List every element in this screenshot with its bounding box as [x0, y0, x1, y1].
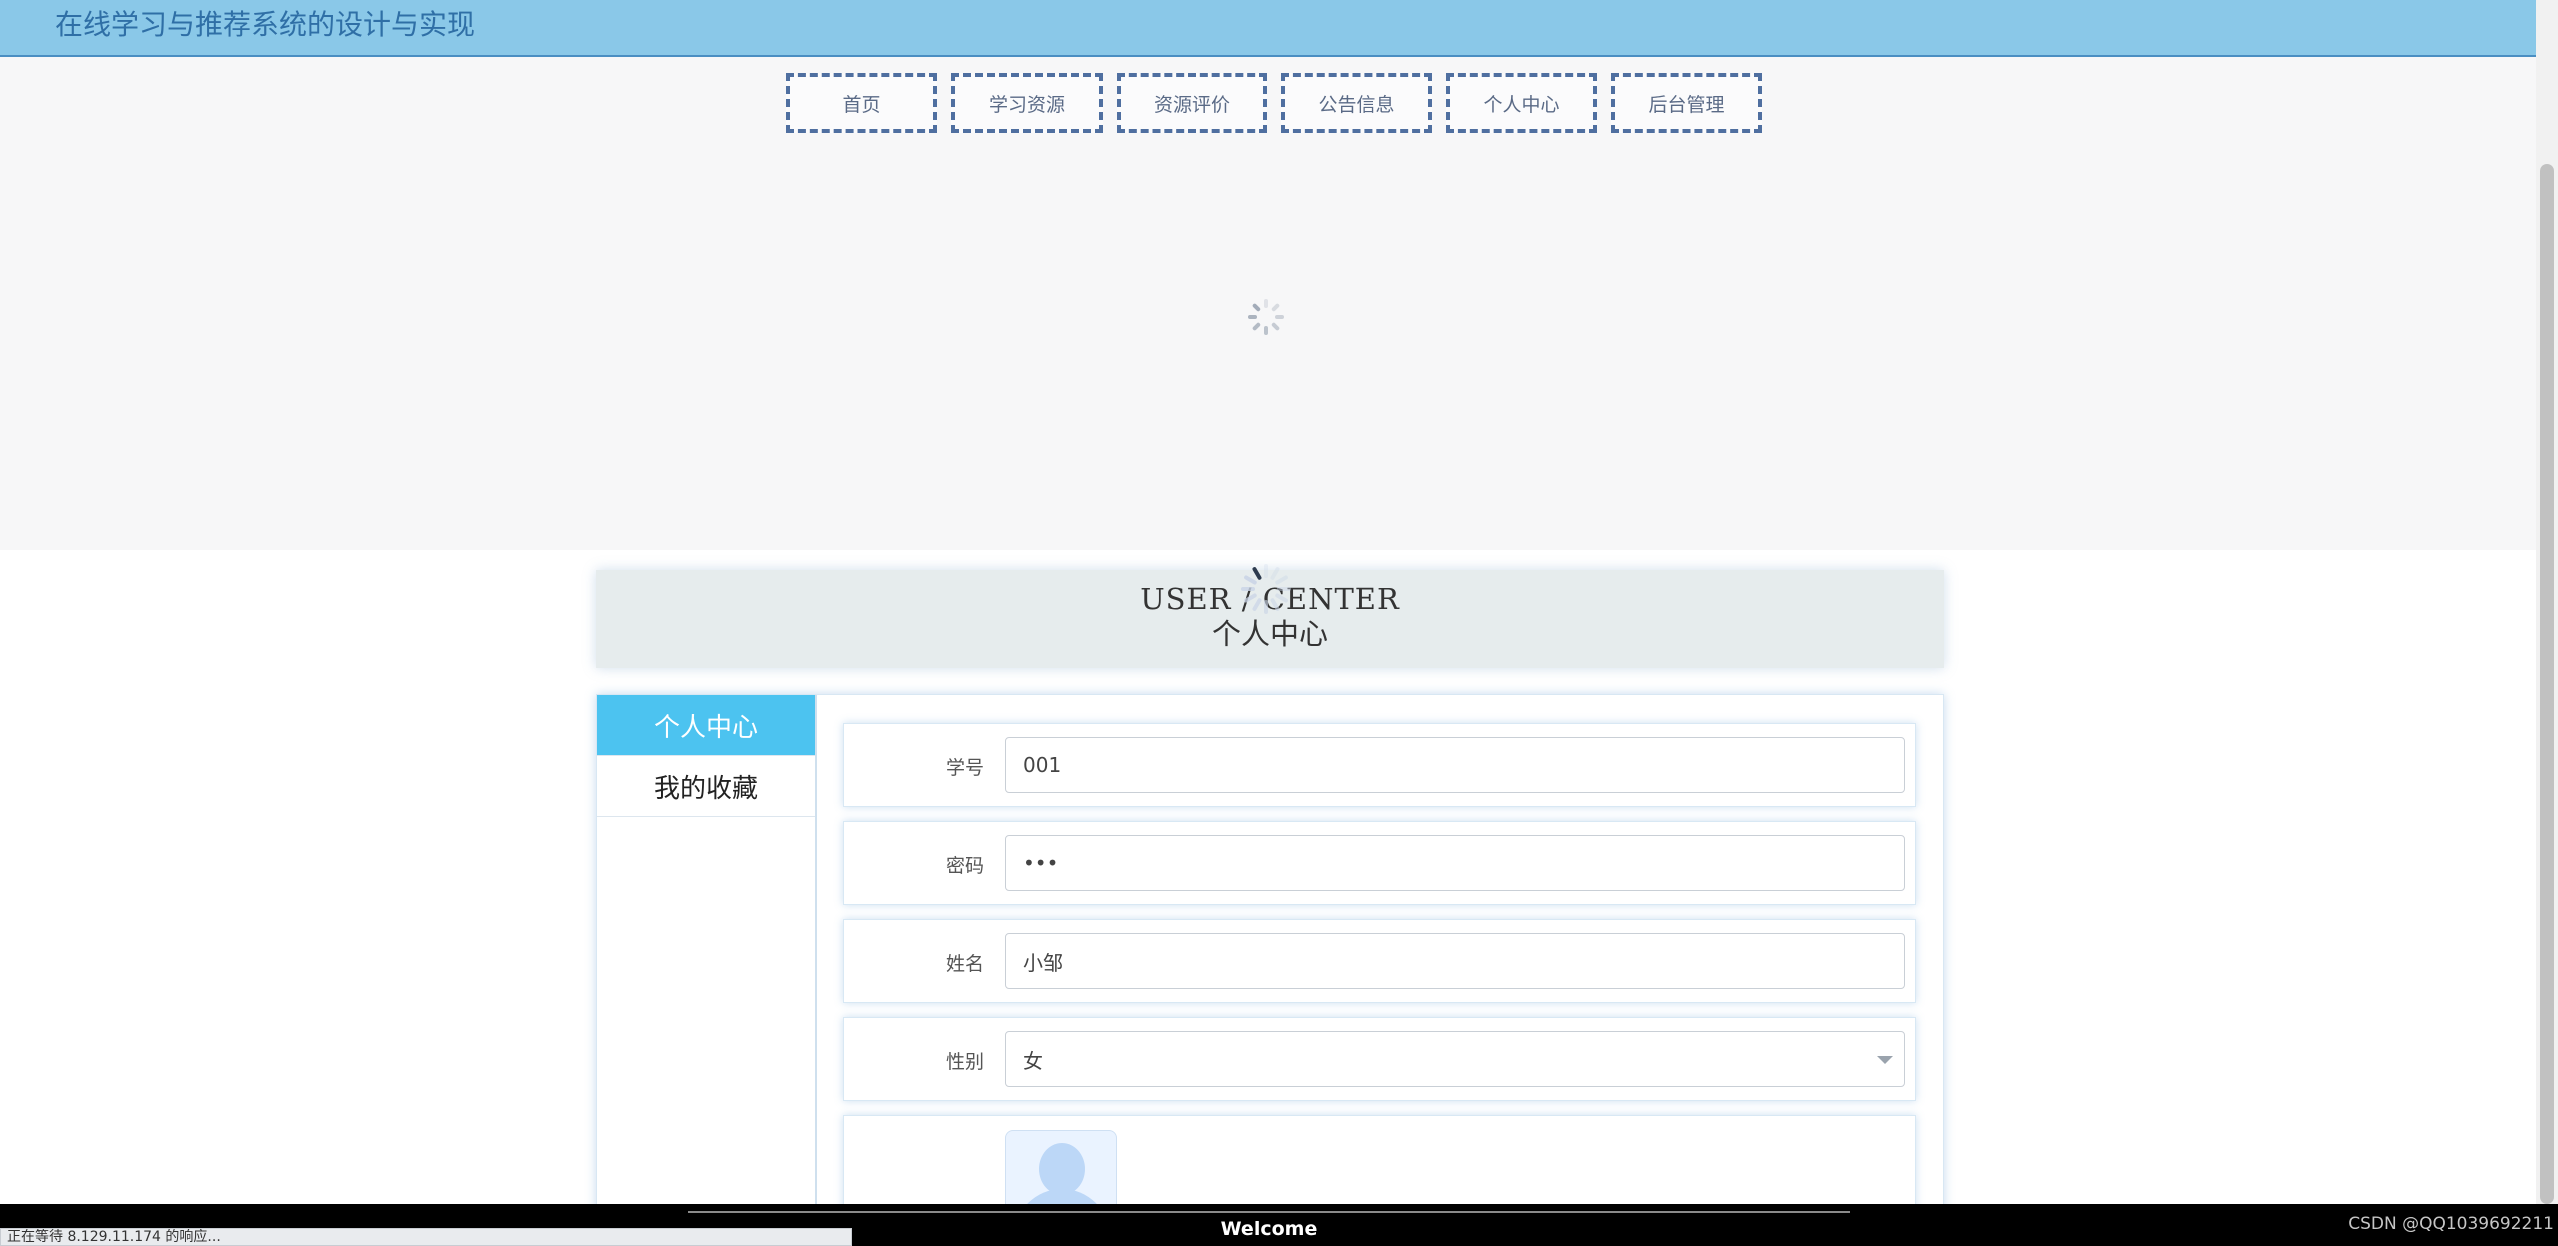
user-center-panel: 个人中心 我的收藏 学号 密码 姓名 性别 女	[596, 694, 1944, 1242]
user-center-title-cn: 个人中心	[1211, 617, 1328, 651]
student-id-label: 学号	[945, 756, 984, 779]
scrollbar[interactable]	[2536, 0, 2558, 1204]
password-input[interactable]	[1005, 835, 1905, 891]
spinner-segment	[1264, 299, 1268, 308]
scrollbar-thumb[interactable]	[2540, 164, 2554, 1204]
name-input[interactable]	[1005, 933, 1905, 989]
nav-learning-resources-button[interactable]: 学习资源	[951, 73, 1103, 133]
sidebar-item-favorites[interactable]: 我的收藏	[597, 756, 815, 817]
chevron-down-icon	[1877, 1056, 1893, 1064]
spinner-segment	[1270, 321, 1281, 332]
name-label: 姓名	[945, 952, 984, 975]
spinner-segment	[1277, 587, 1291, 591]
gender-select[interactable]: 女	[1005, 1031, 1905, 1087]
student-id-input[interactable]	[1005, 737, 1905, 793]
spinner-segment	[1275, 315, 1284, 319]
spinner-segment	[1251, 321, 1262, 332]
spinner-segment	[1243, 574, 1258, 586]
avatar-row	[843, 1115, 1916, 1242]
spinner-segment	[1251, 597, 1263, 612]
nav-resource-review-button[interactable]: 资源评价	[1117, 73, 1267, 133]
watermark: CSDN @QQ1039692211	[2348, 1214, 2554, 1234]
sidebar-item-user-center[interactable]: 个人中心	[597, 695, 815, 756]
footer-divider	[688, 1211, 1850, 1213]
site-title: 在线学习与推荐系统的设计与实现	[55, 8, 476, 41]
browser-status-text: 正在等待 8.129.11.174 的响应...	[0, 1228, 852, 1246]
main-nav: 首页 学习资源 资源评价 公告信息 个人中心 后台管理	[786, 73, 1762, 133]
loading-spinner-icon	[1241, 564, 1291, 614]
spinner-segment	[1251, 566, 1263, 581]
gender-label: 性别	[945, 1050, 984, 1073]
password-row: 密码	[843, 821, 1916, 905]
spinner-segment	[1274, 574, 1289, 586]
spinner-segment	[1264, 564, 1268, 578]
password-label: 密码	[945, 854, 984, 877]
header-bar: 在线学习与推荐系统的设计与实现	[0, 0, 2536, 57]
spinner-segment	[1264, 326, 1268, 335]
spinner-segment	[1270, 302, 1281, 313]
name-row: 姓名	[843, 919, 1916, 1003]
gender-row: 性别 女	[843, 1017, 1916, 1101]
spinner-segment	[1274, 592, 1289, 604]
loading-spinner-icon	[1248, 299, 1284, 335]
profile-form: 学号 密码 姓名 性别 女	[843, 723, 1916, 1242]
avatar-head-shape	[1039, 1143, 1085, 1195]
gender-select-value: 女	[1023, 1048, 1043, 1073]
user-center-heading: USER / CENTER 个人中心	[596, 564, 1944, 668]
nav-user-center-button[interactable]: 个人中心	[1446, 73, 1597, 133]
nav-admin-button[interactable]: 后台管理	[1611, 73, 1762, 133]
page: 在线学习与推荐系统的设计与实现 首页 学习资源 资源评价 公告信息 个人中心 后…	[0, 0, 2558, 1246]
student-id-row: 学号	[843, 723, 1916, 807]
spinner-segment	[1251, 302, 1262, 313]
spinner-segment	[1248, 315, 1257, 319]
spinner-segment	[1269, 597, 1281, 612]
nav-announcements-button[interactable]: 公告信息	[1281, 73, 1432, 133]
sidebar-menu: 个人中心 我的收藏	[597, 695, 817, 1215]
spinner-segment	[1241, 587, 1255, 591]
spinner-segment	[1264, 600, 1268, 614]
nav-home-button[interactable]: 首页	[786, 73, 937, 133]
